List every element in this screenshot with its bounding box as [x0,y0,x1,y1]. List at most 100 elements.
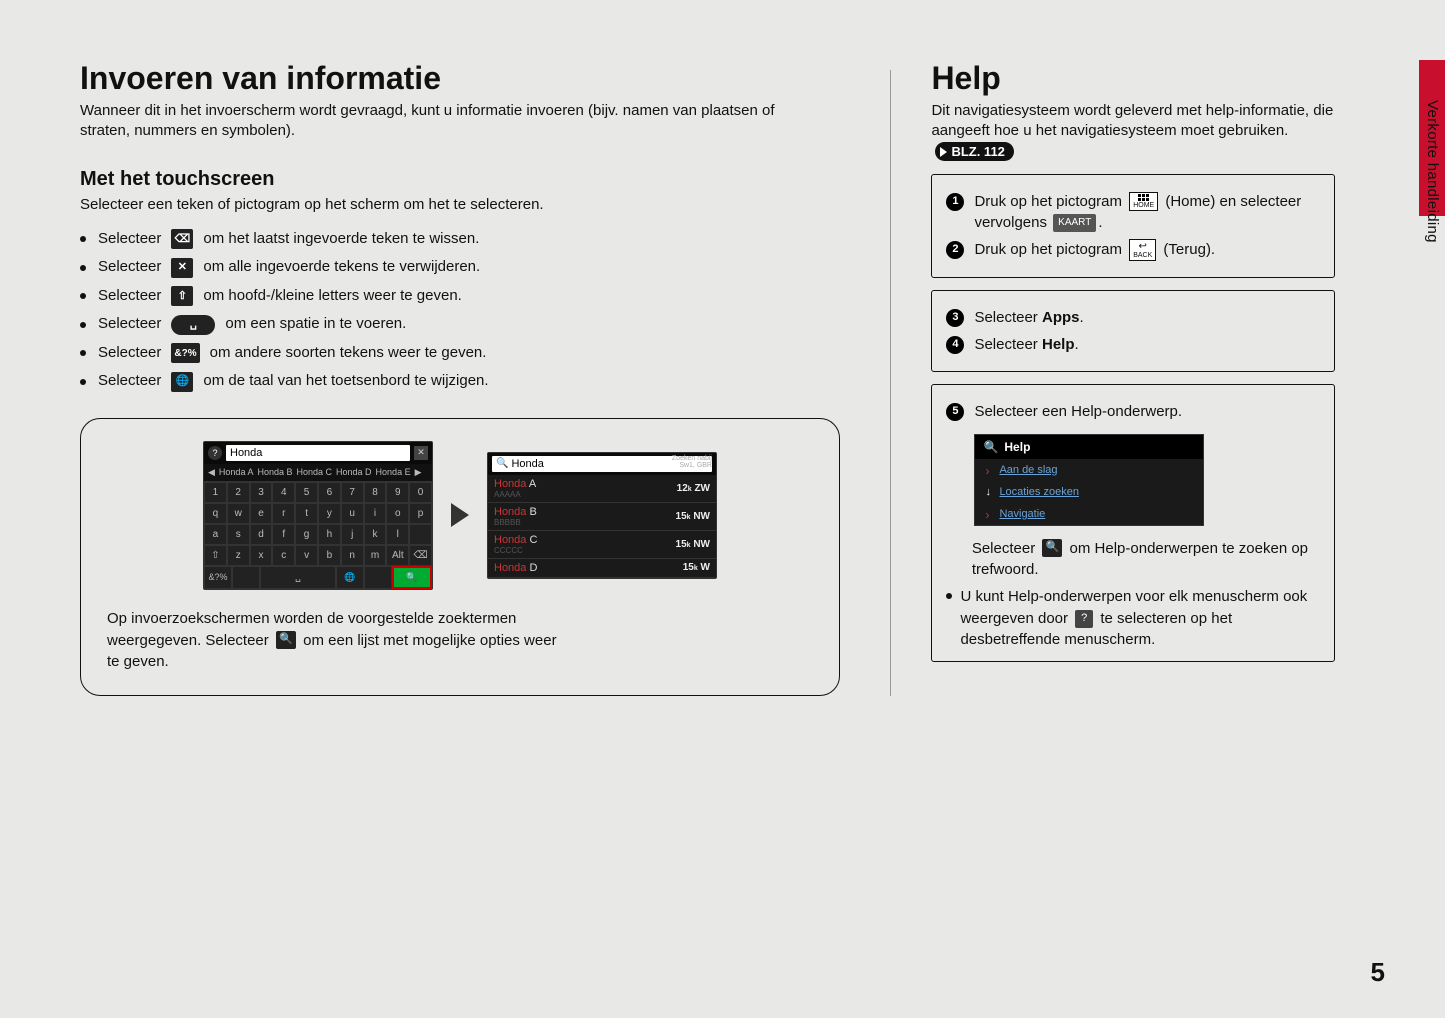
sub-intro-text: Selecteer een teken of pictogram op het … [80,195,850,215]
clear-icon: ✕ [414,446,428,460]
keyboard-key: e [250,503,273,524]
empty-key-2 [364,566,392,589]
keyboard-key: t [295,503,318,524]
subheading-touchscreen: Met het touchscreen [80,168,850,191]
touchscreen-bullets: Selecteer ⌫ om het laatst ingevoerde tek… [80,225,850,396]
bullet-shift: Selecteer ⇧ om hoofd-/kleine letters wee… [80,282,850,311]
keyboard-screenshot: ? Honda ✕ ◀ Honda A Honda B Honda C Hond… [203,441,433,590]
keyboard-key: ⇧ [204,545,227,566]
keyboard-key: d [250,524,273,545]
keyboard-key: 0 [409,482,432,503]
keyboard-key: m [364,545,387,566]
keyboard-key: 8 [364,482,387,503]
bullet-symbols: Selecteer &?% om andere soorten tekens w… [80,339,850,368]
keyboard-key: ⌫ [409,545,432,566]
help-search-note: Selecteer 🔍 om Help-onderwerpen te zoeke… [946,538,1320,580]
keyboard-key: 2 [227,482,250,503]
result-row: Honda AAAAAA12k ZW [488,475,716,503]
arrow-right-icon [451,503,469,527]
step-2: 2 Druk op het pictogram ↩BACK (Terug). [946,239,1320,261]
column-divider [890,70,891,696]
globe-key: 🌐 [336,566,364,589]
keyboard-key: r [272,503,295,524]
keyboard-key: 9 [386,482,409,503]
help-item: Aan de slag [975,459,1203,481]
search-example-box: ? Honda ✕ ◀ Honda A Honda B Honda C Hond… [80,418,840,696]
backspace-icon: ⌫ [171,229,193,249]
step-1: 1 Druk op het pictogram HOME (Home) en s… [946,191,1320,233]
intro-text: Wanneer dit in het invoerscherm wordt ge… [80,101,820,142]
result-row: Honda D15k W [488,559,716,578]
globe-icon: 🌐 [171,372,193,392]
question-icon: ? [1075,610,1093,628]
result-row: Honda BBBBBB15k NW [488,503,716,531]
result-row: Honda CCCCCC15k NW [488,531,716,559]
keyboard-key: 4 [272,482,295,503]
page-ref-pill: BLZ. 112 [935,142,1013,162]
bullet-globe: Selecteer 🌐 om de taal van het toetsenbo… [80,367,850,396]
search-near-label: Zoeken nabij Sw1, GBR [672,455,712,470]
keyboard-key: h [318,524,341,545]
keyboard-key: u [341,503,364,524]
keyboard-key: a [204,524,227,545]
empty-key [232,566,260,589]
help-intro: Dit navigatiesysteem wordt geleverd met … [931,101,1335,162]
keyboard-key: n [341,545,364,566]
symbols-key: &?% [204,566,232,589]
keyboard-key: f [272,524,295,545]
clear-icon: ✕ [171,258,193,278]
section-label: Verkorte handleiding [1424,100,1441,243]
help-screenshot: 🔍Help Aan de slag Locaties zoeken Naviga… [974,434,1204,526]
step-5: 5 Selecteer een Help-onderwerp. [946,401,1320,422]
keyboard-key: 7 [341,482,364,503]
page-number: 5 [1371,957,1385,988]
steps-box-3: 5 Selecteer een Help-onderwerp. 🔍Help Aa… [931,384,1335,662]
heading-invoeren: Invoeren van informatie [80,60,850,97]
search-key: 🔍 [392,566,432,589]
help-icon: ? [208,446,222,460]
space-icon: ␣ [171,315,215,335]
help-item: Locaties zoeken [975,481,1203,503]
search-input-sample: Honda [226,445,410,461]
home-icon: HOME [1129,192,1158,211]
bullet-backspace: Selecteer ⌫ om het laatst ingevoerde tek… [80,225,850,254]
steps-box-1: 1 Druk op het pictogram HOME (Home) en s… [931,174,1335,278]
keyboard-key: x [250,545,273,566]
heading-help: Help [931,60,1335,97]
bullet-clear: Selecteer ✕ om alle ingevoerde tekens te… [80,253,850,282]
suggestions-bar: ◀ Honda A Honda B Honda C Honda D Honda … [204,464,432,482]
bullet-space: Selecteer ␣ om een spatie in te voeren. [80,310,850,339]
step-4: 4 Selecteer Help. [946,334,1320,355]
keyboard-key: l [386,524,409,545]
search-icon: 🔍 [1042,539,1062,557]
keyboard-key: 3 [250,482,273,503]
search-icon: 🔍 [983,440,998,454]
keyboard-key: w [227,503,250,524]
keyboard-key: Alt [386,545,409,566]
keyboard-key: o [386,503,409,524]
keyboard-key: s [227,524,250,545]
example-caption: Op invoerzoekschermen worden de voorgest… [107,608,813,673]
keyboard-key: k [364,524,387,545]
keyboard-key: z [227,545,250,566]
results-screenshot: 🔍Honda Zoeken nabij Sw1, GBR Honda AAAAA… [487,452,717,579]
keyboard-key: p [409,503,432,524]
steps-box-2: 3 Selecteer Apps. 4 Selecteer Help. [931,290,1335,372]
keyboard-key: 1 [204,482,227,503]
keyboard-key: b [318,545,341,566]
keyboard-key: 6 [318,482,341,503]
kaart-button: KAART [1053,214,1096,232]
symbols-icon: &?% [171,343,199,363]
keyboard-key: q [204,503,227,524]
keyboard-key: y [318,503,341,524]
shift-icon: ⇧ [171,286,193,306]
help-bullet: U kunt Help-onderwerpen voor elk menusch… [946,586,1320,651]
search-icon: 🔍 [276,631,296,649]
step-3: 3 Selecteer Apps. [946,307,1320,328]
help-item: Navigatie [975,503,1203,525]
keyboard-key: g [295,524,318,545]
keyboard-key: i [364,503,387,524]
back-icon: ↩BACK [1129,239,1156,261]
keyboard-key: 5 [295,482,318,503]
keyboard-key: c [272,545,295,566]
